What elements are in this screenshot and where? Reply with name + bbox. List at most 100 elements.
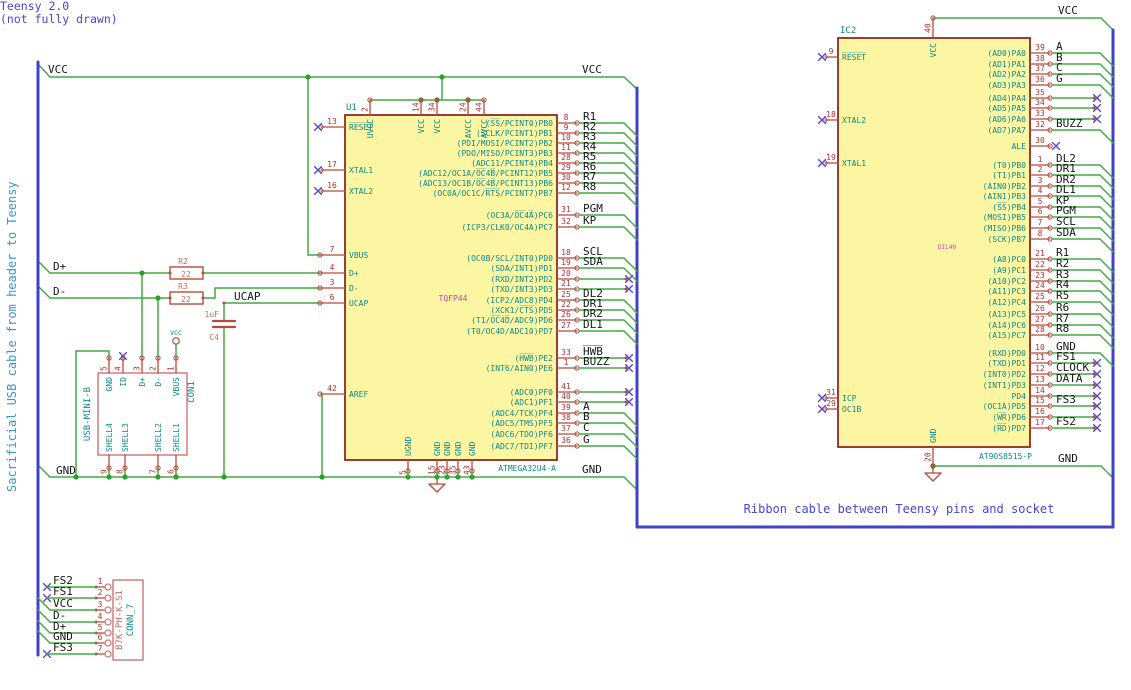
ic2-pin-number: 21 — [1035, 249, 1045, 258]
wire — [623, 76, 638, 90]
net-label: SDA — [583, 255, 603, 268]
ic2-pin-number: 34 — [1035, 98, 1045, 107]
u1-pin-name: (ADC12/OC1A/O̅C̅4̅B̅/PCINT12)PB5 — [418, 168, 553, 178]
net-label: R8 — [583, 180, 596, 193]
net-label-gnd-left: GND — [56, 464, 76, 477]
con1-pin-name: D- — [154, 377, 163, 387]
u1-pin-name: AREF — [349, 390, 368, 399]
ic2-pin-number: 16 — [1035, 407, 1045, 416]
ic2-reference: IC2 — [840, 26, 856, 36]
junction-dot — [122, 474, 128, 480]
u1-pin-name: (H̅W̅B̅)PE2 — [514, 353, 553, 363]
u1-pin-number: 33 — [561, 348, 571, 357]
pin-end-dot — [1092, 361, 1096, 365]
ic2-pin-number: 25 — [1035, 292, 1045, 301]
u1-pin-number: 36 — [561, 436, 571, 445]
ic2-pin-name: (AD3)PA3 — [987, 81, 1026, 90]
conn7-pin-circle — [104, 618, 112, 626]
ic2-pin-number: 36 — [1035, 75, 1045, 84]
pin-end-dot — [1092, 426, 1096, 430]
bus-entry — [1099, 352, 1114, 367]
u1-pin-name: XTAL1 — [349, 166, 373, 175]
note-ribbon: Ribbon cable between Teensy pins and soc… — [743, 502, 1055, 516]
bus-entry — [623, 214, 638, 229]
u1-pin-number: 2 — [361, 107, 370, 112]
u1-pin-name: XTAL2 — [349, 187, 373, 196]
u1-pin-number: 6 — [330, 293, 335, 302]
u1-pin-name: (T0/OC4D/ADC10)PD7 — [466, 327, 553, 336]
ic2-pin-name: (INT0)PD2 — [983, 370, 1027, 379]
ic2-pin-name: (AD4)PA4 — [987, 94, 1026, 103]
u1-pin-number: 20 — [561, 269, 571, 278]
ic2-pin-number: 3 — [1038, 176, 1043, 185]
conn7-pin-circle — [104, 594, 112, 602]
u1-pin-number: 16 — [327, 181, 337, 190]
ic2-pin-number: 23 — [1035, 271, 1045, 280]
ic2-pin-name: (A12)PC4 — [987, 298, 1026, 307]
pin-end-dot — [624, 366, 628, 370]
u1-pin-name: (SCLK/PCINT1)PB1 — [476, 129, 553, 138]
u1-pin-number: 35 — [449, 465, 458, 475]
u1-pin-number: 32 — [561, 217, 571, 226]
u1-pin-number: 25 — [561, 290, 571, 299]
bus-entry — [1099, 301, 1114, 316]
pin-end-dot — [1092, 415, 1096, 419]
conn7-pin-circle — [104, 583, 112, 591]
net-label-dplus: D+ — [53, 260, 67, 273]
bus-entry — [1099, 52, 1114, 67]
net-label: DATA — [1056, 372, 1083, 385]
ic2-pin-name: (AD2)PA2 — [987, 70, 1026, 79]
u1-footprint: TQFP44 — [439, 294, 468, 303]
con1-pin-number: 2 — [149, 366, 158, 371]
u1-pin-number: 28 — [561, 153, 571, 162]
ic2-pin-name: R̅E̅S̅E̅T̅ — [842, 52, 866, 62]
con1-pin-number: 1 — [167, 366, 176, 371]
schematic-canvas: VCC U1 ATMEGA32U4-A TQFP44 13 R̅E̅S̅E̅T̅ 17 XTA… — [0, 0, 1131, 690]
ic2-pin-number: 38 — [1035, 54, 1045, 63]
pin-end-dot — [1092, 404, 1096, 408]
bus-entry — [37, 620, 51, 634]
ic2-footprint: DIL40 — [938, 244, 956, 251]
junction-dot — [173, 474, 179, 480]
ic2-pin-number: 10 — [1035, 343, 1045, 352]
u1-pin-name: (RXD/INT2)PD2 — [490, 275, 553, 284]
u1-pin-name: (ADC5/TMS)PF5 — [490, 419, 553, 428]
u1-pin-name: (PDO/MISO/PCINT3)PB3 — [457, 149, 554, 158]
conn7-pin-circle — [104, 629, 112, 637]
wire — [623, 476, 638, 491]
con1-pin-number: 3 — [133, 366, 142, 371]
conn7-pin-number: 5 — [98, 623, 103, 632]
ic2-pin-number: 18 — [826, 110, 836, 119]
ic2-pin-number: 35 — [1035, 88, 1045, 97]
con1-reference: CON1 — [187, 381, 197, 403]
ic2-pin-name: (INT1)PD3 — [983, 381, 1027, 390]
u1-pin-name: VCC — [417, 119, 426, 134]
pin-end-dot — [624, 400, 628, 404]
u1-pin-number: 39 — [561, 403, 571, 412]
u1-pin-name: (INT6/AIN0)PE6 — [486, 364, 554, 373]
u1-pin-number: 3 — [330, 278, 335, 287]
con1-value: USB-MINI-B — [83, 387, 93, 441]
junction-dot — [155, 295, 161, 301]
junction-dot — [305, 74, 311, 80]
conn7-pin-number: 3 — [98, 600, 103, 609]
con1-pin-number: 4 — [114, 366, 123, 371]
net-label-gnd-ic2: GND — [1058, 452, 1078, 465]
ic2-pin-number: 20 — [924, 452, 933, 462]
wire — [37, 464, 51, 478]
junction-dot — [155, 474, 161, 480]
u1-pin-number: 19 — [561, 258, 571, 267]
pin-end-dot — [624, 277, 628, 281]
u1-pin-name: (TXD/INT3)PD3 — [490, 285, 553, 294]
bus-entry — [1099, 269, 1114, 284]
conn7-pin-number: 7 — [98, 644, 103, 653]
junction-dot — [319, 474, 325, 480]
u1-pin-name: UGND — [404, 437, 413, 456]
ic2-pin-name: (R̅D̅)PD7 — [992, 423, 1026, 433]
u1-pin-name: (OC3A/O̅C̅4̅A̅)PC6 — [486, 210, 554, 220]
ic2-pin-number: 6 — [1038, 207, 1043, 216]
ic2-pin-name: OC1B — [842, 405, 861, 414]
r2-value: 22 — [181, 270, 191, 279]
u1-pin-name: (S̅S̅/PCINT0)PB0 — [486, 118, 554, 128]
r2-reference: R2 — [178, 257, 188, 266]
